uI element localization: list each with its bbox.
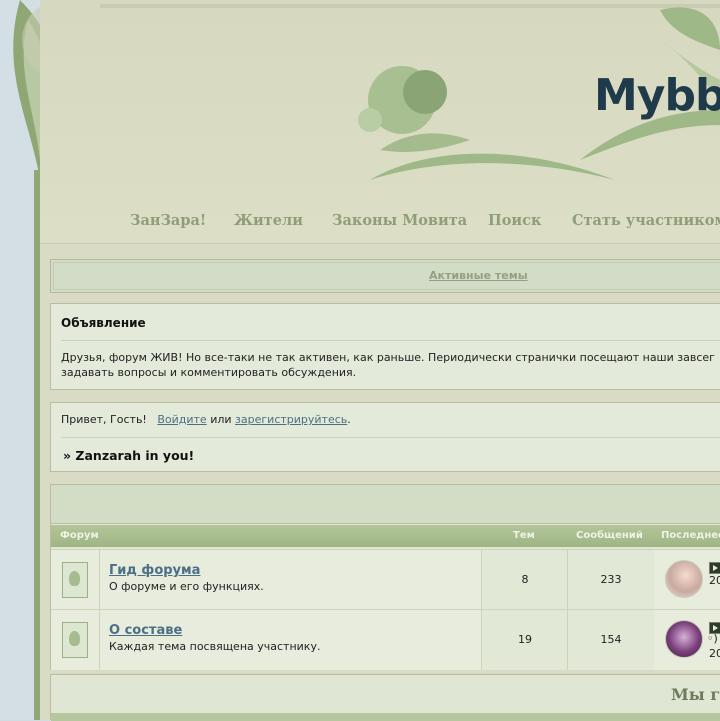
forum-desc: Каждая тема посвящена участнику. [109,640,321,653]
register-link[interactable]: зарегистрируйтесь [235,413,347,426]
topics-count: 8 [481,550,568,610]
forum-read-icon [62,622,88,658]
forum-table: Форум Тем Сообщений Последнее Гид форума… [50,484,720,670]
active-topics-link[interactable]: Активные темы [429,269,528,282]
login-link[interactable]: Войдите [157,413,206,426]
site-logo[interactable]: Mybb [594,70,720,121]
greeting-period: . [347,413,351,426]
forum-link[interactable]: О составе [109,623,182,638]
nav-item-zanzara[interactable]: ЗанЗара! [130,212,206,229]
topics-count: 19 [481,610,568,670]
forum-read-icon [62,562,88,598]
active-topics-bar: Активные темы [50,259,720,293]
nav-item-laws[interactable]: Законы Мовита [332,212,467,229]
header-posts: Сообщений [576,530,643,541]
section-title: » Zanzarah in you! [63,448,195,463]
posts-count: 154 [567,610,654,670]
announcement-title: Объявление [61,316,146,330]
nav-item-register[interactable]: Стать участником [572,212,720,229]
last-post-date: 20 [709,647,720,660]
nav-item-search[interactable]: Поиск [488,212,541,229]
bottom-section: Мы г [50,674,720,721]
page-container: Mybb ЗанЗара! Жители Законы Мовита Поиск… [40,0,720,721]
greeting-prefix: Привет, Гость! [61,413,147,426]
forum-link[interactable]: Гид форума [109,563,200,578]
forum-desc: О форуме и его функциях. [109,580,264,593]
header-topics: Тем [513,530,535,541]
avatar[interactable] [665,620,703,658]
announcement-box: Объявление Друзья, форум ЖИВ! Но все-так… [50,303,720,390]
header-last: Последнее [661,530,720,541]
last-post-extra: ◦) [707,632,718,645]
bottom-section-title: Мы г [671,685,720,704]
site-header: Mybb ЗанЗара! Жители Законы Мовита Поиск… [40,0,720,244]
greeting-or: или [210,413,232,426]
nav-item-residents[interactable]: Жители [234,212,303,229]
header-forum: Форум [60,530,99,541]
table-row: О составе Каждая тема посвящена участник… [51,609,720,670]
posts-count: 233 [567,550,654,610]
left-decor-rail [0,0,102,720]
greeting-box: Привет, Гость! Войдите или зарегистрируй… [50,402,720,472]
go-to-last-post-icon[interactable] [709,562,720,574]
forum-table-header: Форум Тем Сообщений Последнее [51,525,720,547]
table-row: Гид форума О форуме и его функциях. 8 23… [51,549,720,610]
greeting-line: Привет, Гость! Войдите или зарегистрируй… [61,413,351,426]
announcement-text: Друзья, форум ЖИВ! Но все-таки не так ак… [61,351,715,379]
main-nav: ЗанЗара! Жители Законы Мовита Поиск Стат… [40,212,720,234]
avatar[interactable] [665,560,703,598]
last-post-date: 20 [709,574,720,587]
